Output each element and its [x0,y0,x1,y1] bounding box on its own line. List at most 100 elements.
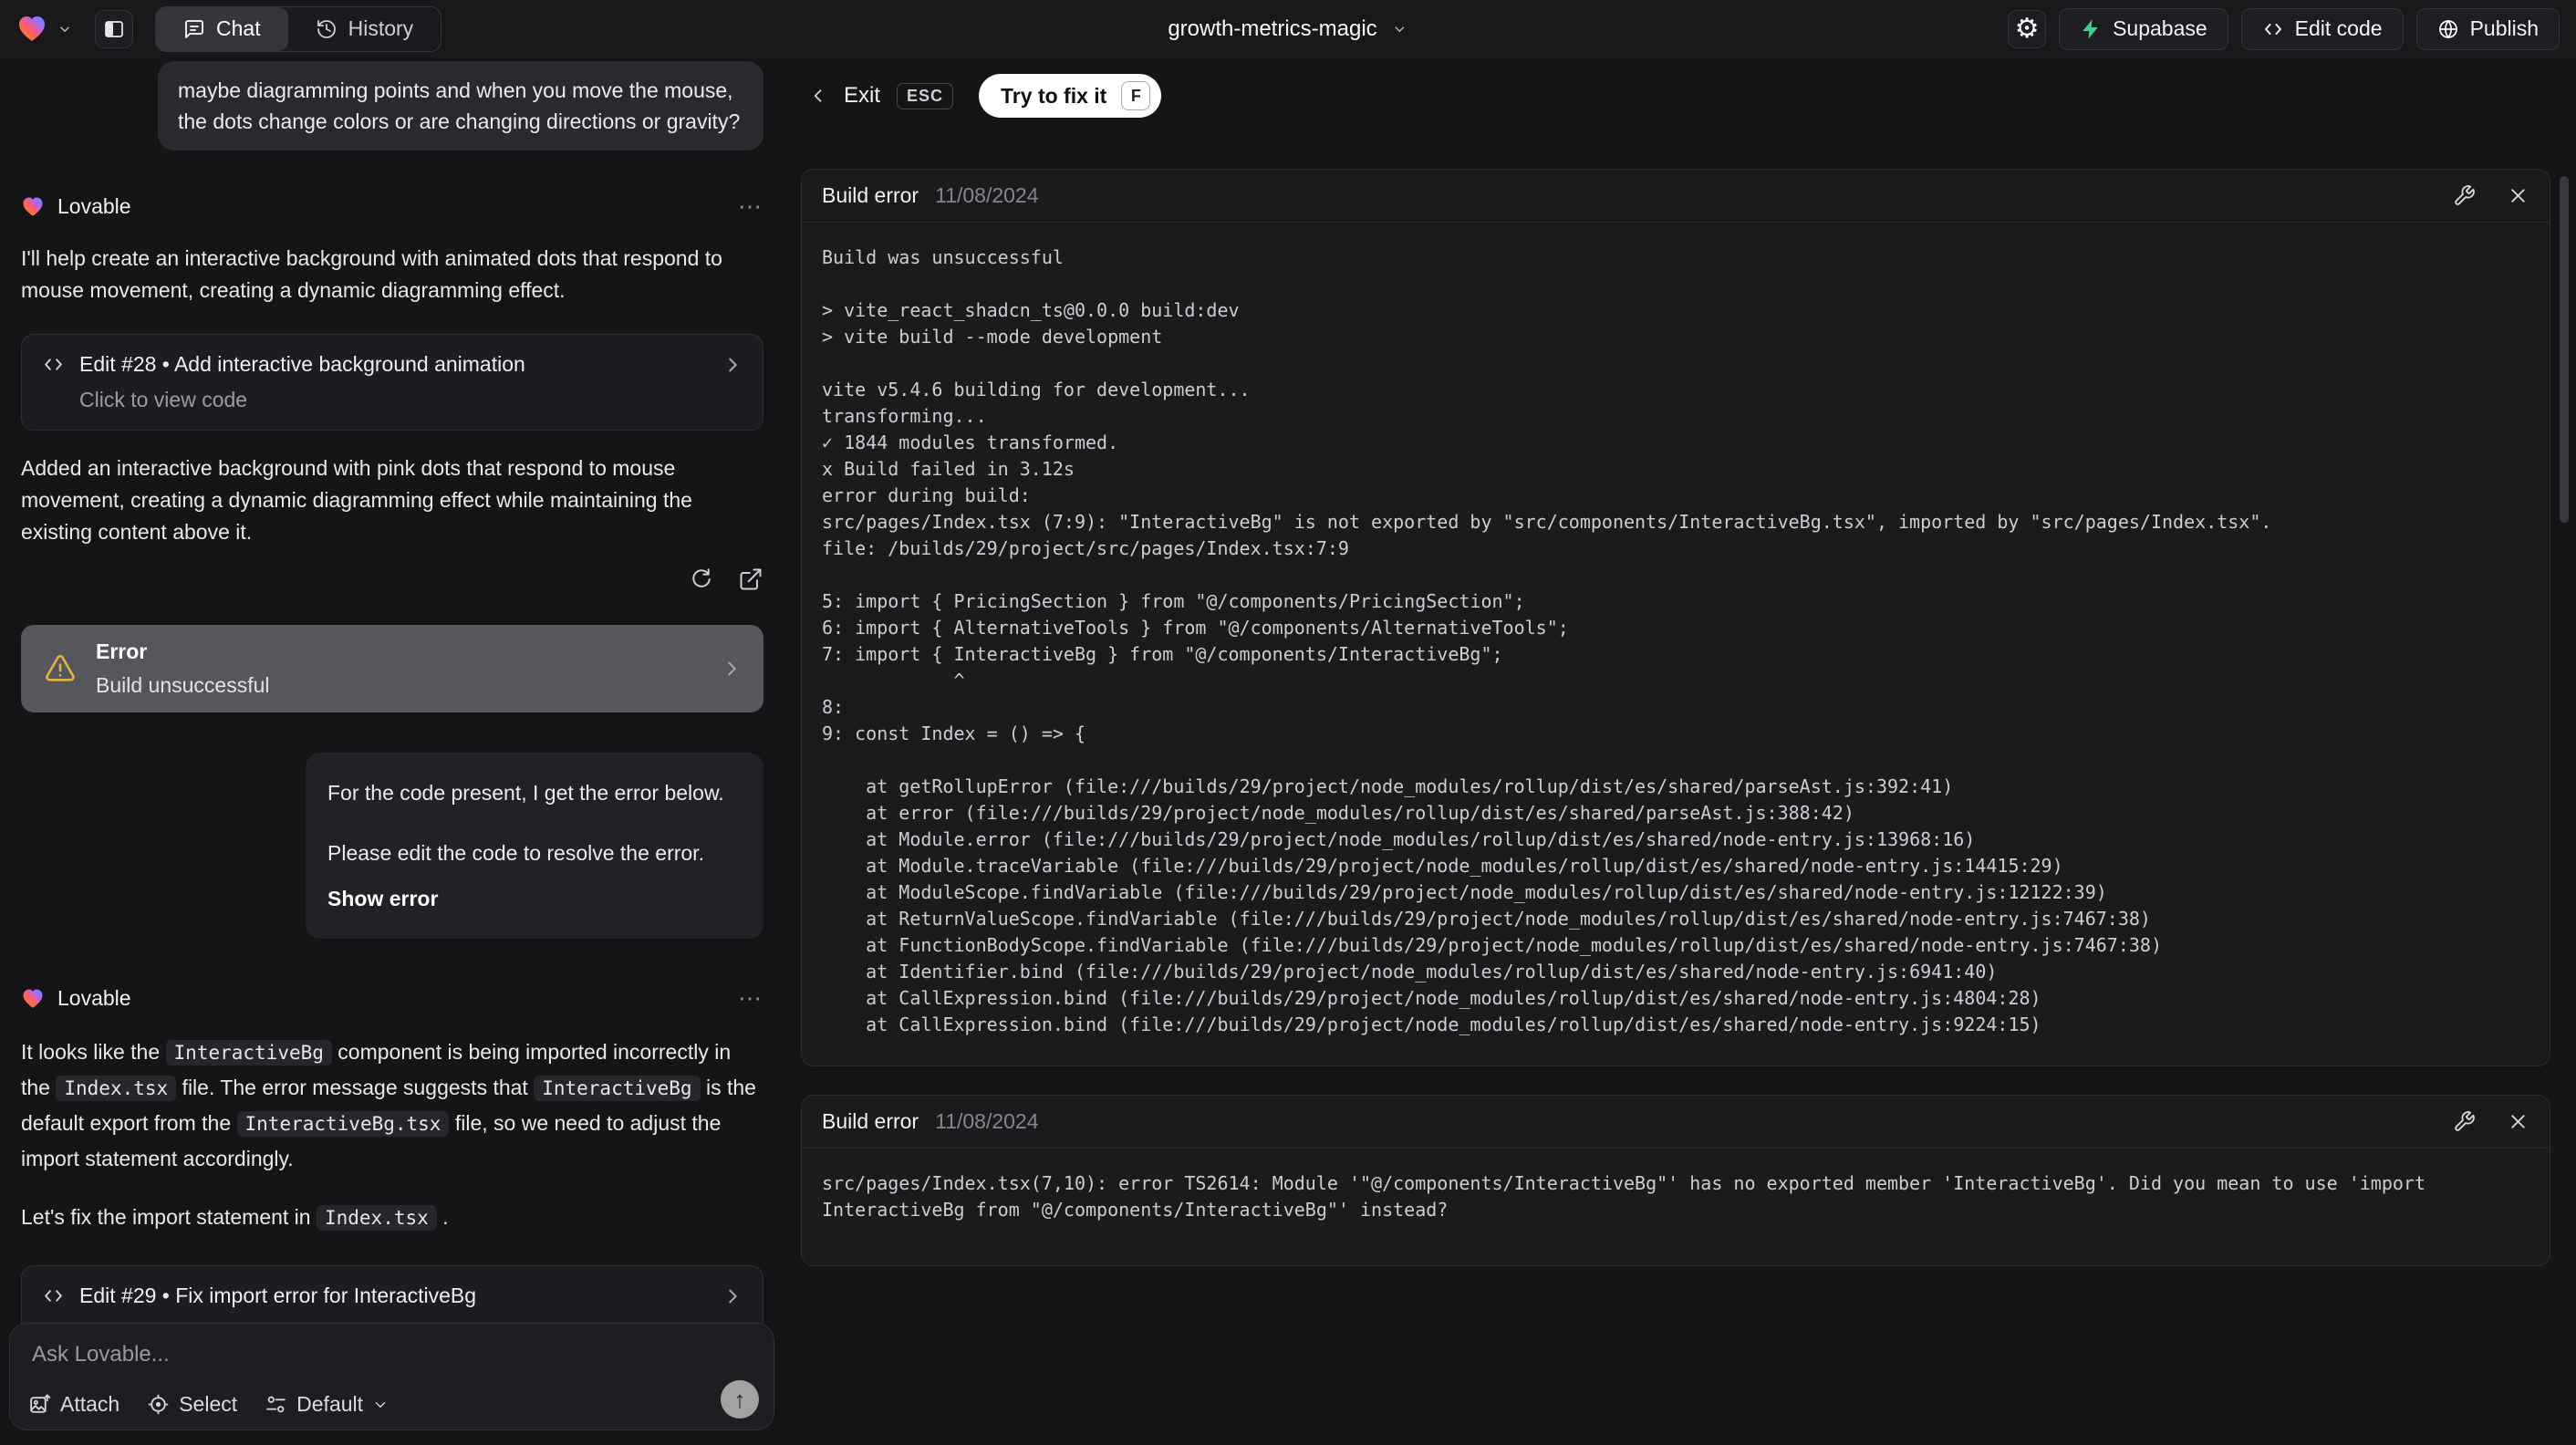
send-arrow-icon: ↑ [733,1385,746,1413]
inline-code: InteractiveBg.tsx [236,1111,450,1137]
chevron-right-icon [729,1289,737,1303]
log-line: 5: import { PricingSection } from "@/com… [822,590,1525,612]
log-line: at FunctionBodyScope.findVariable (file:… [822,934,2163,956]
exit-label: Exit [844,83,881,108]
chevron-left-icon [814,89,822,102]
error-card-title: Error [96,639,148,663]
overlay-header: Exit ESC Try to fix it F [809,74,1162,118]
edit-code-button[interactable]: Edit code [2240,7,2404,50]
logo-chevron-down-icon[interactable] [57,21,73,37]
supabase-button[interactable]: Supabase [2059,7,2228,50]
warning-triangle-icon [46,655,75,681]
ts-error-text: src/pages/Index.tsx(7,10): error TS2614:… [822,1172,2437,1221]
assistant-message-header: Lovable ⋯ [21,984,763,1013]
sliders-icon [266,1396,286,1413]
select-button[interactable]: Select [147,1392,237,1417]
open-external-icon[interactable] [738,567,763,592]
panel-1-date: 11/08/2024 [935,183,1039,207]
supabase-bolt-icon [2083,19,2098,38]
more-options-icon[interactable]: ⋯ [738,192,763,221]
log-line: vite v5.4.6 building for development... [822,379,1251,400]
panel-1-header: Build error 11/08/2024 [802,170,2550,223]
panel-2-title: Build error [822,1109,919,1133]
lovable-logo-heart-icon[interactable] [16,15,47,44]
top-bar: Chat History growth-metrics-magic ⚙ Supa… [0,0,2576,57]
build-error-panel-1: Build error 11/08/2024 Build was unsucce… [801,169,2550,1066]
chevron-right-icon [729,358,737,371]
log-line: 9: const Index = () => { [822,722,1085,744]
restore-icon[interactable] [689,567,714,592]
tab-chat[interactable]: Chat [156,6,288,51]
inline-code: InteractiveBg [165,1040,332,1066]
build-log: Build was unsuccessful > vite_react_shad… [802,223,2550,1066]
log-line: > vite build --mode development [822,326,1163,348]
scrollbar-thumb[interactable] [2560,176,2569,523]
assistant-name: Lovable [57,194,131,218]
chat-input[interactable] [10,1324,774,1380]
inline-code: Index.tsx [56,1076,177,1101]
assistant-fix-explanation: It looks like the InteractiveBg componen… [21,1040,756,1170]
panel-2-date: 11/08/2024 [935,1109,1039,1133]
attach-label: Attach [60,1392,120,1416]
chat-bubble-icon [185,19,203,38]
log-line: at CallExpression.bind (file:///builds/2… [822,1014,2041,1035]
build-error-card[interactable]: Error Build unsuccessful [21,625,763,712]
code-brackets-icon [45,1290,62,1302]
show-error-link[interactable]: Show error [327,884,742,913]
project-switcher[interactable]: growth-metrics-magic [1168,16,1407,42]
fix-wrench-icon[interactable] [2453,1110,2476,1133]
assistant-name: Lovable [57,986,131,1010]
build-error-panel-2: Build error 11/08/2024 src/pages/Index.t… [801,1095,2550,1266]
tab-history[interactable]: History [288,7,441,51]
exit-button[interactable]: Exit ESC [809,82,954,109]
publish-button[interactable]: Publish [2415,7,2560,50]
try-to-fix-button[interactable]: Try to fix it F [979,74,1162,118]
inline-code: Index.tsx [316,1205,437,1231]
log-line: at Identifier.bind (file:///builds/29/pr… [822,961,1998,982]
error-prompt-bubble: For the code present, I get the error be… [306,753,763,939]
log-line: 8: [822,696,845,718]
f-key-badge: F [1121,81,1151,110]
model-default-dropdown[interactable]: Default [265,1392,389,1417]
gear-icon: ⚙ [2014,13,2040,44]
project-chevron-down-icon [1395,26,1405,32]
code-brackets-icon [45,359,62,370]
close-icon[interactable] [2507,1110,2529,1133]
code-brackets-icon [2264,23,2281,35]
log-line: at ReturnValueScope.findVariable (file:/… [822,908,2151,930]
edit-28-card[interactable]: Edit #28 • Add interactive background an… [21,334,763,431]
send-button[interactable]: ↑ [721,1380,759,1419]
panel-left-icon [105,20,123,37]
supabase-label: Supabase [2113,16,2207,40]
log-line: src/pages/Index.tsx (7:9): "InteractiveB… [822,511,2272,533]
log-line: ✓ 1844 modules transformed. [822,431,1119,453]
chat-input-box: Attach Select Default ↑ [9,1323,774,1430]
history-clock-icon [317,19,336,38]
fix-wrench-icon[interactable] [2453,184,2476,207]
message-action-row [21,567,763,592]
error-prompt-line1: For the code present, I get the error be… [327,781,724,805]
log-line: x Build failed in 3.12s [822,458,1075,480]
settings-button[interactable]: ⚙ [2008,9,2047,48]
tab-chat-label: Chat [216,16,261,40]
log-line: error during build: [822,484,1031,506]
sidebar-toggle-button[interactable] [95,9,133,48]
edit-28-title: Edit #28 • Add interactive background an… [79,352,525,376]
edit-code-label: Edit code [2294,16,2383,40]
project-name: growth-metrics-magic [1168,16,1377,41]
image-attach-icon [30,1394,51,1413]
model-default-label: Default [296,1392,364,1416]
attach-button[interactable]: Attach [28,1392,119,1417]
assistant-fix-statement: Let's fix the import statement in Index.… [21,1205,449,1231]
lovable-heart-icon [23,197,43,216]
close-icon[interactable] [2507,184,2529,207]
more-options-icon[interactable]: ⋯ [738,984,763,1013]
target-select-icon [148,1394,169,1415]
edit-28-subtitle: Click to view code [79,388,248,411]
globe-icon [2438,19,2457,38]
error-overlay-panel: Exit ESC Try to fix it F Build error 11/… [800,57,2576,1445]
assistant-message-header: Lovable ⋯ [21,192,763,221]
